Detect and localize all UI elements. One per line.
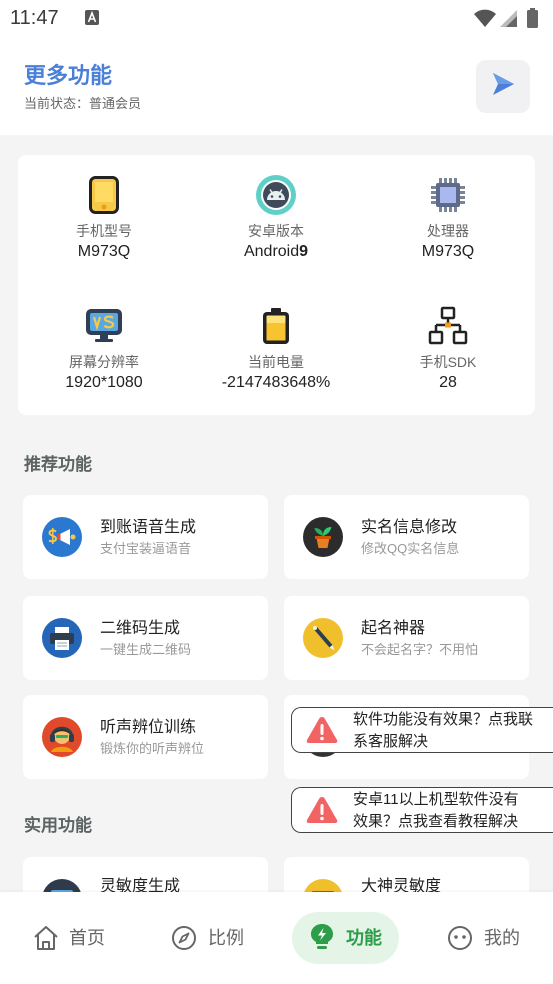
phone-icon	[84, 175, 124, 215]
device-info-label: 屏幕分辨率	[69, 354, 139, 370]
feature-card-sound-training[interactable]: 听声辨位训练 锻炼你的听声辨位	[23, 695, 268, 779]
popup-line: 安卓11以上机型软件没有	[353, 791, 519, 808]
a-notification-icon	[85, 10, 99, 30]
printer-icon	[42, 618, 82, 658]
device-info-label: 手机SDK	[419, 354, 477, 370]
device-info-label: 当前电量	[248, 354, 304, 370]
device-info-android-version: 安卓版本 Android9	[190, 175, 362, 263]
device-info-card: 手机型号 M973Q 安卓版本 Android9 处理器 M973Q 屏幕分辨率…	[18, 155, 535, 415]
android-icon	[256, 175, 296, 215]
nav-label: 比例	[208, 928, 244, 948]
feature-subtitle: 锻炼你的听声辨位	[100, 741, 205, 756]
feature-subtitle: 一键生成二维码	[100, 642, 192, 657]
device-info-value: M973Q	[421, 243, 475, 260]
device-info-value: 1920*1080	[65, 374, 143, 391]
device-info-value: -2147483648%	[221, 374, 331, 391]
popup-line: 效果？点我查看教程解决	[353, 813, 519, 830]
status-time: 11:47	[10, 7, 59, 29]
feature-card-qrcode-generator[interactable]: 二维码生成 一键生成二维码	[23, 596, 268, 680]
section-title-recommended: 推荐功能	[24, 455, 92, 474]
headphones-person-icon	[42, 717, 82, 757]
warning-icon	[305, 795, 339, 830]
membership-status: 当前状态：普通会员	[24, 96, 142, 111]
android11-tutorial-popup[interactable]: 安卓11以上机型软件没有 效果？点我查看教程解决	[291, 787, 553, 833]
plant-pot-icon	[303, 517, 343, 557]
lightbulb-icon	[310, 923, 334, 956]
device-info-value: Android9	[244, 241, 308, 263]
nav-label: 我的	[484, 928, 520, 948]
device-info-value: M973Q	[77, 243, 131, 260]
feature-subtitle: 修改QQ实名信息	[361, 541, 460, 556]
warning-icon	[305, 715, 339, 750]
face-icon	[447, 925, 473, 956]
bottom-nav: 首页 比例 功能 我的	[0, 892, 553, 984]
device-info-phone-model: 手机型号 M973Q	[18, 175, 190, 263]
device-info-label: 安卓版本	[248, 223, 304, 239]
page-title: 更多功能	[24, 63, 113, 88]
feature-subtitle: 不会起名字？不用怕	[361, 642, 479, 657]
status-bar: 11:47	[0, 0, 553, 36]
feature-title: 起名神器	[361, 620, 426, 637]
feature-title: 二维码生成	[100, 620, 181, 637]
money-megaphone-icon	[42, 517, 82, 557]
feature-card-voice-generator[interactable]: 到账语音生成 支付宝装逼语音	[23, 495, 268, 579]
feature-subtitle: 支付宝装逼语音	[100, 541, 192, 556]
monitor-vs-icon	[84, 306, 124, 346]
nav-label: 功能	[346, 928, 382, 948]
battery-status-icon	[527, 8, 538, 33]
android-value-text: Android	[243, 243, 300, 260]
feature-title: 实名信息修改	[361, 519, 458, 536]
device-info-processor: 处理器 M973Q	[362, 175, 534, 263]
signal-icon	[500, 10, 517, 32]
device-info-resolution: 屏幕分辨率 1920*1080	[18, 306, 190, 394]
device-info-value: 28	[439, 374, 457, 391]
popup-text: 安卓11以上机型软件没有 效果？点我查看教程解决	[353, 789, 519, 833]
header-action-button[interactable]	[476, 60, 530, 113]
device-info-sdk: 手机SDK 28	[362, 306, 534, 394]
feature-title: 听声辨位训练	[100, 719, 197, 736]
popup-line: 软件功能没有效果？点我联	[353, 711, 534, 728]
compass-icon	[171, 925, 197, 956]
contact-support-popup[interactable]: 软件功能没有效果？点我联 系客服解决	[291, 707, 553, 753]
feature-title: 到账语音生成	[100, 519, 197, 536]
device-info-label: 手机型号	[76, 223, 132, 239]
app-root: 11:47 更多功能 当前状态：普通会员 手机型号 M973Q 安卓版本 And…	[0, 0, 553, 984]
android-value-number: 9	[299, 243, 309, 260]
section-title-utility: 实用功能	[24, 816, 92, 835]
popup-line: 系客服解决	[353, 733, 429, 750]
processor-chip-icon	[428, 175, 468, 215]
battery-icon	[256, 306, 296, 346]
feature-card-name-generator[interactable]: 起名神器 不会起名字？不用怕	[284, 596, 529, 680]
wifi-icon	[474, 9, 496, 32]
home-icon	[33, 925, 59, 956]
header: 更多功能 当前状态：普通会员	[0, 36, 553, 135]
pen-icon	[303, 618, 343, 658]
device-info-battery: 当前电量 -2147483648%	[190, 306, 362, 394]
popup-text: 软件功能没有效果？点我联 系客服解决	[353, 709, 533, 753]
play-send-icon	[489, 70, 517, 103]
device-info-label: 处理器	[427, 223, 469, 239]
nav-label: 首页	[69, 928, 105, 948]
feature-card-realname-edit[interactable]: 实名信息修改 修改QQ实名信息	[284, 495, 529, 579]
network-hierarchy-icon	[428, 306, 468, 346]
